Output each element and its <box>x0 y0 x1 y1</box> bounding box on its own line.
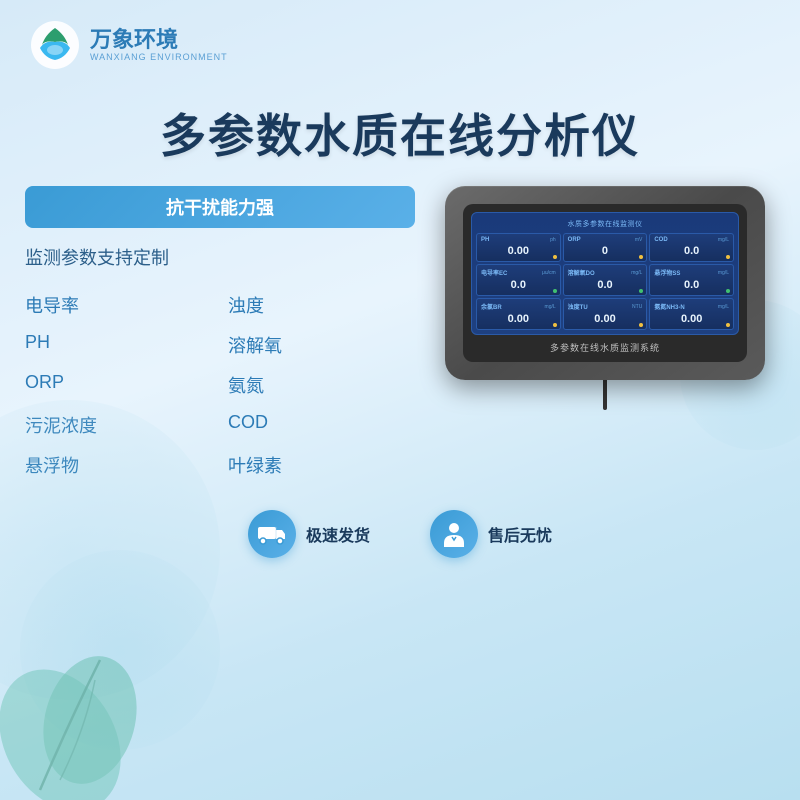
device-housing: 水质多参数在线监测仪 PH ph 0.00 <box>445 186 765 380</box>
cell-dot-2 <box>726 255 730 259</box>
header: 万象环境 WANXIANG ENVIRONMENT <box>0 0 800 90</box>
screen-cell-8: 氨氮NH3-N mg/L 0.00 <box>649 298 734 330</box>
feature-badge-1: 售后无忧 <box>430 510 552 558</box>
brand-name-en: WANXIANG ENVIRONMENT <box>90 52 228 62</box>
cell-value-1: 0 <box>568 244 643 258</box>
feature-item-2: PH <box>25 328 212 362</box>
cell-dot-0 <box>553 255 557 259</box>
page-title: 多参数水质在线分析仪 <box>20 100 780 166</box>
logo: 万象环境 WANXIANG ENVIRONMENT <box>30 20 228 70</box>
screen-cell-6: 余氯BR mg/L 0.00 <box>476 298 561 330</box>
cell-unit-5: mg/L <box>718 270 729 276</box>
cell-dot-7 <box>639 323 643 327</box>
cell-unit-0: ph <box>550 237 556 243</box>
device-cable <box>603 380 607 410</box>
cell-value-5: 0.0 <box>654 278 729 292</box>
screen-cell-2: COD mg/L 0.0 <box>649 233 734 262</box>
cell-unit-1: mV <box>635 237 643 243</box>
cell-dot-6 <box>553 323 557 327</box>
feature-item-1: 浊度 <box>228 288 415 322</box>
cell-unit-3: μu/cm <box>542 270 556 276</box>
cell-value-0: 0.00 <box>481 244 556 258</box>
cell-value-3: 0.0 <box>481 278 556 292</box>
cell-param-3: 电导率EC <box>481 268 507 277</box>
truck-icon <box>258 523 286 545</box>
logo-text: 万象环境 WANXIANG ENVIRONMENT <box>90 28 228 62</box>
screen-cell-0: PH ph 0.00 <box>476 233 561 262</box>
screen-cell-3: 电导率EC μu/cm 0.0 <box>476 264 561 296</box>
cell-dot-5 <box>726 289 730 293</box>
feature-badge-text-0: 极速发货 <box>306 522 370 546</box>
cell-value-2: 0.0 <box>654 244 729 258</box>
bg-decor-2 <box>20 550 220 750</box>
person-icon <box>442 521 466 547</box>
feature-item-7: COD <box>228 408 415 442</box>
feature-item-0: 电导率 <box>25 288 212 322</box>
truck-icon-circle <box>248 510 296 558</box>
device-label: 多参数在线水质监测系统 <box>471 341 739 354</box>
feature-badge-0: 极速发货 <box>248 510 370 558</box>
brand-name-cn: 万象环境 <box>90 28 228 52</box>
screen-cell-4: 溶解氧DO mg/L 0.0 <box>563 264 648 296</box>
cell-param-0: PH <box>481 237 489 243</box>
cell-unit-4: mg/L <box>631 270 642 276</box>
feature-item-4: ORP <box>25 368 212 402</box>
screen-cell-7: 浊度TU NTU 0.00 <box>563 298 648 330</box>
feature-item-3: 溶解氧 <box>228 328 415 362</box>
screen-grid: PH ph 0.00 ORP mV 0 <box>476 233 734 330</box>
cell-value-8: 0.00 <box>654 312 729 326</box>
cell-unit-6: mg/L <box>545 304 556 310</box>
cell-param-2: COD <box>654 237 667 243</box>
screen-title: 水质多参数在线监测仪 <box>476 219 734 229</box>
cell-unit-7: NTU <box>632 304 642 310</box>
logo-icon <box>30 20 80 70</box>
right-panel: 水质多参数在线监测仪 PH ph 0.00 <box>435 186 775 410</box>
device-inner: 水质多参数在线监测仪 PH ph 0.00 <box>463 204 747 362</box>
cell-param-7: 浊度TU <box>568 302 588 311</box>
cell-unit-8: mg/L <box>718 304 729 310</box>
cell-dot-8 <box>726 323 730 327</box>
feature-item-5: 氨氮 <box>228 368 415 402</box>
cell-value-6: 0.00 <box>481 312 556 326</box>
cell-param-5: 悬浮物SS <box>654 268 680 277</box>
cell-dot-3 <box>553 289 557 293</box>
cell-value-7: 0.00 <box>568 312 643 326</box>
screen-cell-5: 悬浮物SS mg/L 0.0 <box>649 264 734 296</box>
custom-text: 监测参数支持定制 <box>25 240 415 274</box>
cell-param-6: 余氯BR <box>481 302 502 311</box>
feature-item-9: 叶绿素 <box>228 448 415 482</box>
cell-param-8: 氨氮NH3-N <box>654 302 684 311</box>
main-title-container: 多参数水质在线分析仪 <box>0 90 800 186</box>
cell-param-4: 溶解氧DO <box>568 268 595 277</box>
cell-dot-4 <box>639 289 643 293</box>
highlight-badge: 抗干扰能力强 <box>25 186 415 228</box>
cell-param-1: ORP <box>568 237 581 243</box>
cell-unit-2: mg/L <box>718 237 729 243</box>
device-screen: 水质多参数在线监测仪 PH ph 0.00 <box>471 212 739 335</box>
screen-cell-1: ORP mV 0 <box>563 233 648 262</box>
cell-value-4: 0.0 <box>568 278 643 292</box>
feature-badge-text-1: 售后无忧 <box>488 522 552 546</box>
person-icon-circle <box>430 510 478 558</box>
cell-dot-1 <box>639 255 643 259</box>
